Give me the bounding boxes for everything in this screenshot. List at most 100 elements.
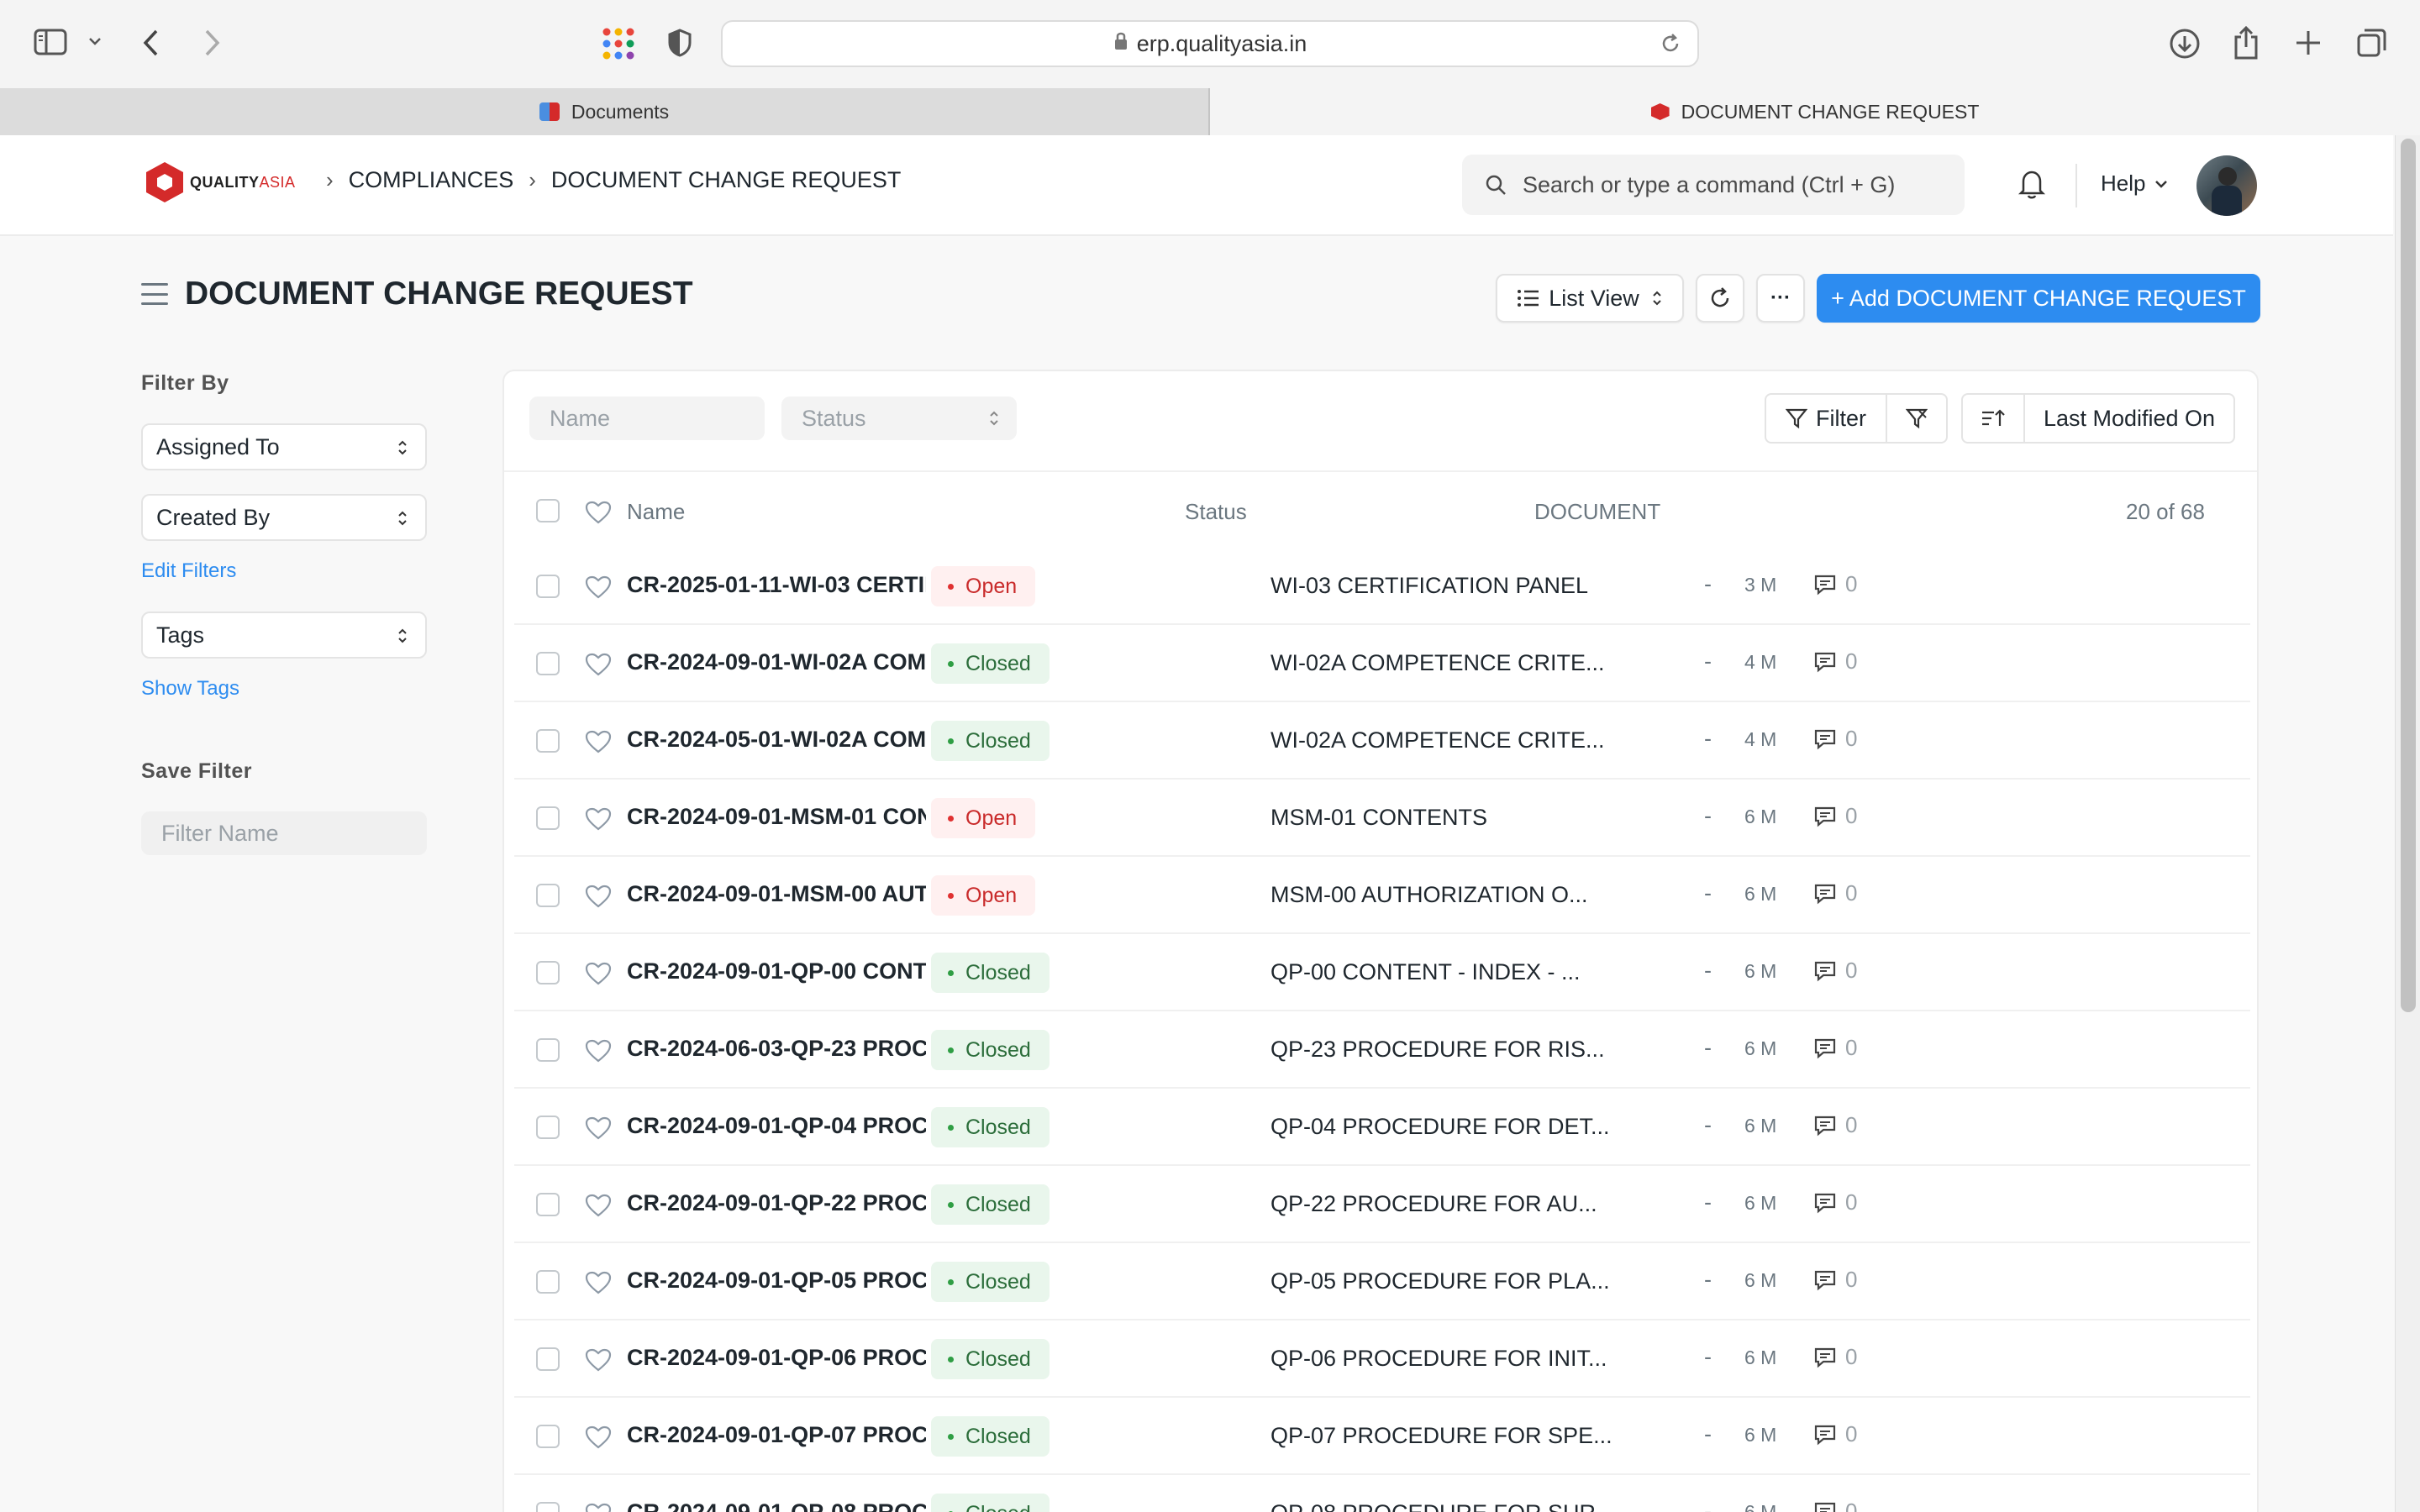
shield-icon[interactable] bbox=[667, 29, 692, 57]
row-checkbox[interactable] bbox=[536, 1502, 560, 1512]
row-name[interactable]: CR-2024-09-01-MSM-00 AUTHORIZATION OF MA bbox=[627, 881, 926, 907]
sidebar-toggle-icon[interactable] bbox=[34, 29, 67, 55]
row-name[interactable]: CR-2024-09-01-QP-08 PROCEDURE FOR SURVEI… bbox=[627, 1499, 926, 1512]
table-row[interactable]: CR-2024-09-01-QP-06 PROCEDURE FOR INITIA… bbox=[514, 1320, 2250, 1398]
brand-logo[interactable]: QUALITYASIA bbox=[146, 162, 296, 202]
table-row[interactable]: CR-2024-05-01-WI-02A COMPETENCE CRITERIA… bbox=[514, 702, 2250, 780]
row-checkbox[interactable] bbox=[536, 1038, 560, 1062]
table-row[interactable]: CR-2024-09-01-QP-05 PROCEDURE FOR PLANNI… bbox=[514, 1243, 2250, 1320]
comment-count[interactable]: 0 bbox=[1813, 1421, 1857, 1447]
comment-count[interactable]: 0 bbox=[1813, 1499, 1857, 1512]
heart-icon[interactable] bbox=[585, 1503, 612, 1512]
table-row[interactable]: CR-2024-09-01-QP-07 PROCEDURE FOR SPECIA… bbox=[514, 1398, 2250, 1475]
filter-name-input[interactable]: Filter Name bbox=[141, 811, 427, 855]
browser-tab-documents[interactable]: Documents bbox=[0, 88, 1210, 135]
row-name[interactable]: CR-2024-09-01-QP-00 CONTENT - INDEX - DI… bbox=[627, 958, 926, 984]
row-name[interactable]: CR-2024-09-01-QP-07 PROCEDURE FOR SPECIA… bbox=[627, 1422, 926, 1448]
row-name[interactable]: CR-2024-06-03-QP-23 PROCEDURE FOR RISK A… bbox=[627, 1036, 926, 1062]
table-row[interactable]: CR-2024-06-03-QP-23 PROCEDURE FOR RISK A… bbox=[514, 1011, 2250, 1089]
comment-count[interactable]: 0 bbox=[1813, 648, 1857, 675]
comment-count[interactable]: 0 bbox=[1813, 1112, 1857, 1138]
heart-icon[interactable] bbox=[585, 807, 612, 831]
row-checkbox[interactable] bbox=[536, 884, 560, 907]
comment-count[interactable]: 0 bbox=[1813, 880, 1857, 906]
row-document[interactable]: QP-00 CONTENT - INDEX - ... bbox=[1270, 959, 1623, 985]
tab-overview-icon[interactable] bbox=[2356, 27, 2388, 59]
table-row[interactable]: CR-2024-09-01-QP-22 PROCEDURE FOR AUDIT … bbox=[514, 1166, 2250, 1243]
row-document[interactable]: WI-03 CERTIFICATION PANEL bbox=[1270, 573, 1623, 599]
show-tags-link[interactable]: Show Tags bbox=[141, 677, 239, 701]
row-name[interactable]: CR-2024-09-01-QP-04 PROCEDURE FOR DETERM bbox=[627, 1113, 926, 1139]
row-name[interactable]: CR-2024-09-01-QP-06 PROCEDURE FOR INITIA… bbox=[627, 1345, 926, 1371]
heart-icon[interactable] bbox=[585, 1116, 612, 1140]
heart-icon[interactable] bbox=[585, 885, 612, 908]
row-document[interactable]: QP-07 PROCEDURE FOR SPE... bbox=[1270, 1423, 1623, 1449]
add-document-change-request-button[interactable]: + Add DOCUMENT CHANGE REQUEST bbox=[1817, 274, 2260, 323]
more-actions-button[interactable]: ··· bbox=[1756, 274, 1805, 323]
help-menu[interactable]: Help bbox=[2101, 171, 2169, 197]
row-checkbox[interactable] bbox=[536, 1116, 560, 1139]
page-scrollbar[interactable] bbox=[2395, 135, 2420, 1512]
comment-count[interactable]: 0 bbox=[1813, 803, 1857, 829]
row-document[interactable]: WI-02A COMPETENCE CRITE... bbox=[1270, 650, 1623, 676]
row-name[interactable]: CR-2024-05-01-WI-02A COMPETENCE CRITERIA bbox=[627, 727, 926, 753]
heart-icon[interactable] bbox=[585, 730, 612, 753]
status-filter-select[interactable]: Status bbox=[781, 396, 1017, 440]
heart-icon[interactable] bbox=[585, 1348, 612, 1372]
search-input[interactable]: Search or type a command (Ctrl + G) bbox=[1462, 155, 1965, 215]
table-row[interactable]: CR-2025-01-11-WI-03 CERTIFICATION PANEL O… bbox=[514, 548, 2250, 625]
name-filter-input[interactable]: Name bbox=[529, 396, 765, 440]
scroll-thumb[interactable] bbox=[2401, 139, 2416, 1012]
row-document[interactable]: WI-02A COMPETENCE CRITE... bbox=[1270, 727, 1623, 753]
comment-count[interactable]: 0 bbox=[1813, 726, 1857, 752]
forward-icon[interactable] bbox=[202, 29, 222, 57]
breadcrumb-document-change-request[interactable]: DOCUMENT CHANGE REQUEST bbox=[551, 167, 902, 193]
table-row[interactable]: CR-2024-09-01-QP-04 PROCEDURE FOR DETERM… bbox=[514, 1089, 2250, 1166]
row-checkbox[interactable] bbox=[536, 961, 560, 984]
share-icon[interactable] bbox=[2232, 25, 2260, 60]
row-document[interactable]: MSM-01 CONTENTS bbox=[1270, 805, 1623, 831]
back-icon[interactable] bbox=[141, 29, 161, 57]
row-checkbox[interactable] bbox=[536, 652, 560, 675]
heart-icon[interactable] bbox=[585, 1271, 612, 1294]
row-document[interactable]: MSM-00 AUTHORIZATION O... bbox=[1270, 882, 1623, 908]
row-name[interactable]: CR-2024-09-01-WI-02A COMPETENCE CRITERIA bbox=[627, 649, 926, 675]
row-document[interactable]: QP-05 PROCEDURE FOR PLA... bbox=[1270, 1268, 1623, 1294]
sort-direction-button[interactable] bbox=[1961, 393, 2025, 444]
heart-icon[interactable] bbox=[585, 653, 612, 676]
sort-by-button[interactable]: Last Modified On bbox=[2023, 393, 2235, 444]
comment-count[interactable]: 0 bbox=[1813, 1035, 1857, 1061]
row-name[interactable]: CR-2025-01-11-WI-03 CERTIFICATION PANEL bbox=[627, 572, 926, 598]
row-checkbox[interactable] bbox=[536, 1425, 560, 1448]
row-checkbox[interactable] bbox=[536, 806, 560, 830]
new-tab-icon[interactable] bbox=[2294, 29, 2323, 57]
address-bar[interactable]: erp.qualityasia.in bbox=[721, 20, 1699, 67]
row-name[interactable]: CR-2024-09-01-QP-05 PROCEDURE FOR PLANNI… bbox=[627, 1268, 926, 1294]
heart-icon[interactable] bbox=[585, 1425, 612, 1449]
table-row[interactable]: CR-2024-09-01-MSM-01 CONTENTS Open MSM-01 … bbox=[514, 780, 2250, 857]
comment-count[interactable]: 0 bbox=[1813, 1189, 1857, 1215]
filter-button[interactable]: Filter bbox=[1765, 393, 1887, 444]
reload-icon[interactable] bbox=[1659, 32, 1682, 61]
heart-icon[interactable] bbox=[585, 1194, 612, 1217]
row-checkbox[interactable] bbox=[536, 1347, 560, 1371]
chevron-down-icon[interactable] bbox=[87, 34, 103, 49]
comment-count[interactable]: 0 bbox=[1813, 1267, 1857, 1293]
created-by-select[interactable]: Created By bbox=[141, 494, 427, 541]
heart-icon[interactable] bbox=[585, 1039, 612, 1063]
heart-icon[interactable] bbox=[585, 575, 612, 599]
row-checkbox[interactable] bbox=[536, 1270, 560, 1294]
row-document[interactable]: QP-06 PROCEDURE FOR INIT... bbox=[1270, 1346, 1623, 1372]
select-all-checkbox[interactable] bbox=[536, 499, 560, 522]
row-name[interactable]: CR-2024-09-01-QP-22 PROCEDURE FOR AUDIT … bbox=[627, 1190, 926, 1216]
row-checkbox[interactable] bbox=[536, 1193, 560, 1216]
table-row[interactable]: CR-2024-09-01-QP-08 PROCEDURE FOR SURVEI… bbox=[514, 1475, 2250, 1512]
table-row[interactable]: CR-2024-09-01-WI-02A COMPETENCE CRITERIA… bbox=[514, 625, 2250, 702]
list-view-select[interactable]: List View bbox=[1496, 274, 1684, 323]
row-document[interactable]: QP-04 PROCEDURE FOR DET... bbox=[1270, 1114, 1623, 1140]
tags-select[interactable]: Tags bbox=[141, 612, 427, 659]
assigned-to-select[interactable]: Assigned To bbox=[141, 423, 427, 470]
edit-filters-link[interactable]: Edit Filters bbox=[141, 559, 236, 583]
table-row[interactable]: CR-2024-09-01-MSM-00 AUTHORIZATION OF MA… bbox=[514, 857, 2250, 934]
row-checkbox[interactable] bbox=[536, 575, 560, 598]
